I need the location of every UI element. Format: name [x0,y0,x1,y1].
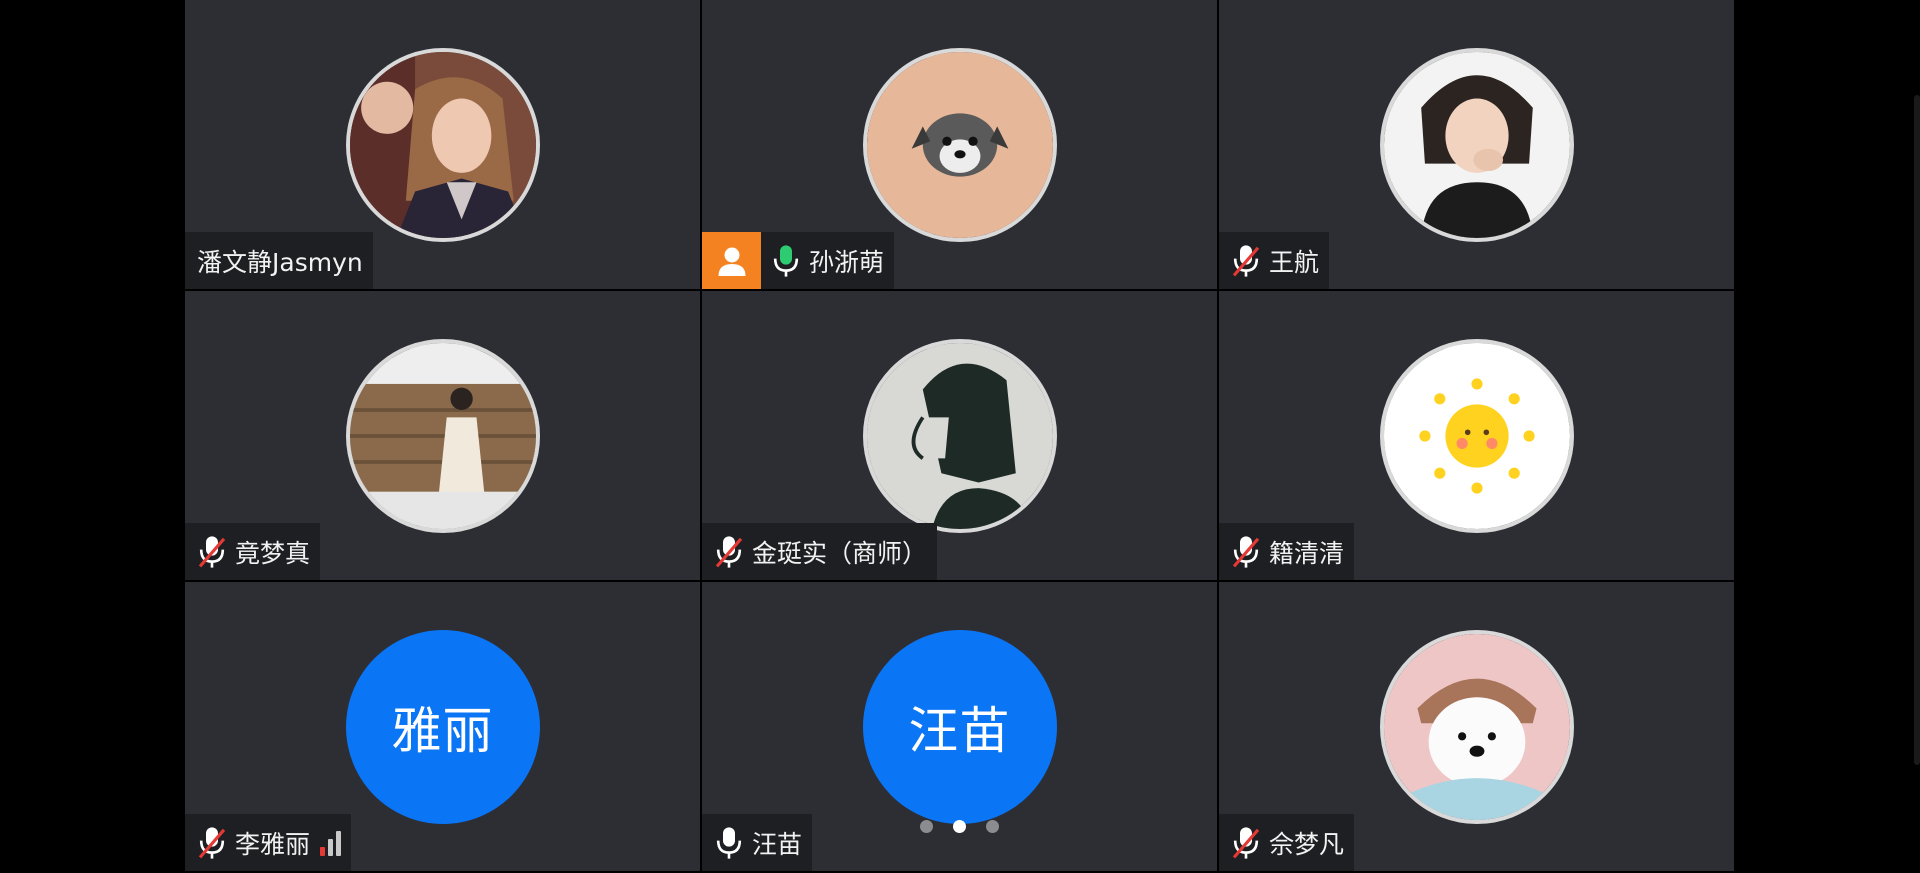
participant-tile-3[interactable]: 王航 [1219,0,1734,289]
microphone-muted-icon[interactable] [714,534,744,570]
participant-avatar [345,339,540,533]
participant-nameplate: 金珽实（商师） [702,523,938,580]
microphone-icon[interactable] [714,825,744,861]
microphone-muted-icon[interactable] [1231,534,1261,570]
signal-strength-icon [320,830,342,856]
video-grid: 潘文静Jasmyn 孙浙萌 王航 竟梦真 金珽实（商师） 籍清清 雅丽 李雅丽 … [185,0,1735,873]
participant-tile-5[interactable]: 金珽实（商师） [702,291,1217,580]
participant-avatar [1379,630,1574,824]
participant-nameplate: 竟梦真 [185,523,321,580]
page-indicator[interactable] [920,820,999,833]
microphone-muted-icon[interactable] [197,534,227,570]
participant-name: 李雅丽 [235,829,311,859]
participant-nameplate: 李雅丽 [185,814,352,871]
participant-name: 金珽实（商师） [752,538,928,568]
participant-name: 王航 [1269,247,1320,277]
participant-nameplate: 王航 [1219,232,1330,289]
participant-tile-7[interactable]: 雅丽 李雅丽 [185,582,700,871]
microphone-muted-icon[interactable] [1231,243,1261,279]
page-dot-1[interactable] [920,820,933,833]
participant-name: 汪苗 [752,829,803,859]
host-badge [702,232,761,289]
participant-tile-1[interactable]: 潘文静Jasmyn [185,0,700,289]
participant-nameplate: 佘梦凡 [1219,814,1355,871]
participant-avatar [1379,339,1574,533]
participant-name: 孙浙萌 [809,247,885,277]
person-icon [718,247,745,276]
participant-avatar [862,339,1057,533]
microphone-icon[interactable] [771,243,801,279]
participant-name: 佘梦凡 [1269,829,1345,859]
participant-tile-6[interactable]: 籍清清 [1219,291,1734,580]
participant-name: 籍清清 [1269,538,1345,568]
participant-tile-2[interactable]: 孙浙萌 [702,0,1217,289]
participant-avatar [345,48,540,242]
participant-nameplate: 潘文静Jasmyn [185,232,373,289]
edge-handle[interactable] [1914,95,1920,765]
participant-avatar [1379,48,1574,242]
initials-avatar: 汪苗 [862,630,1057,824]
microphone-muted-icon[interactable] [1231,825,1261,861]
participant-name: 潘文静Jasmyn [197,247,363,277]
participant-nameplate: 孙浙萌 [702,232,895,289]
participant-avatar [862,48,1057,242]
participant-nameplate: 籍清清 [1219,523,1355,580]
participant-tile-4[interactable]: 竟梦真 [185,291,700,580]
microphone-muted-icon[interactable] [197,825,227,861]
initials-avatar: 雅丽 [345,630,540,824]
page-dot-2-active[interactable] [953,820,966,833]
page-dot-3[interactable] [986,820,999,833]
participant-name: 竟梦真 [235,538,311,568]
participant-tile-9[interactable]: 佘梦凡 [1219,582,1734,871]
participant-nameplate: 汪苗 [702,814,813,871]
